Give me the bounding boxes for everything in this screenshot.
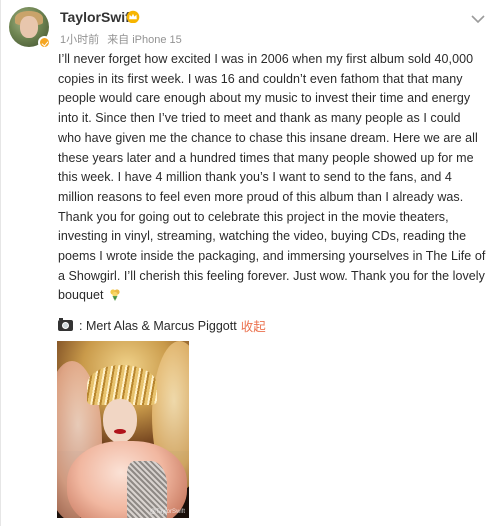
photo-credit: : Mert Alas & Marcus Piggott 收起	[58, 316, 266, 335]
post-content: I’ll never forget how excited I was in 2…	[58, 50, 486, 306]
post-text: I’ll never forget how excited I was in 2…	[58, 52, 486, 303]
image-face	[103, 399, 137, 443]
post-meta: 1小时前 来自 iPhone 15	[60, 31, 182, 47]
image-watermark: @TaylorSwift	[149, 509, 185, 515]
credit-text: : Mert Alas & Marcus Piggott	[79, 318, 237, 333]
more-options-icon[interactable]	[470, 14, 486, 24]
image-lips	[114, 429, 126, 434]
verified-badge-icon	[38, 36, 51, 49]
bouquet-icon	[109, 289, 120, 302]
weibo-post: TaylorSwift 1小时前 来自 iPhone 15 I’ll never…	[0, 0, 500, 526]
author-name[interactable]: TaylorSwift	[60, 9, 134, 25]
camera-icon	[58, 318, 73, 331]
post-time[interactable]: 1小时前	[60, 34, 99, 46]
crown-icon	[126, 10, 140, 23]
post-source: 来自 iPhone 15	[107, 34, 182, 46]
avatar-face	[20, 16, 38, 38]
post-image[interactable]: @TaylorSwift	[57, 341, 189, 518]
collapse-link[interactable]: 收起	[241, 316, 266, 335]
